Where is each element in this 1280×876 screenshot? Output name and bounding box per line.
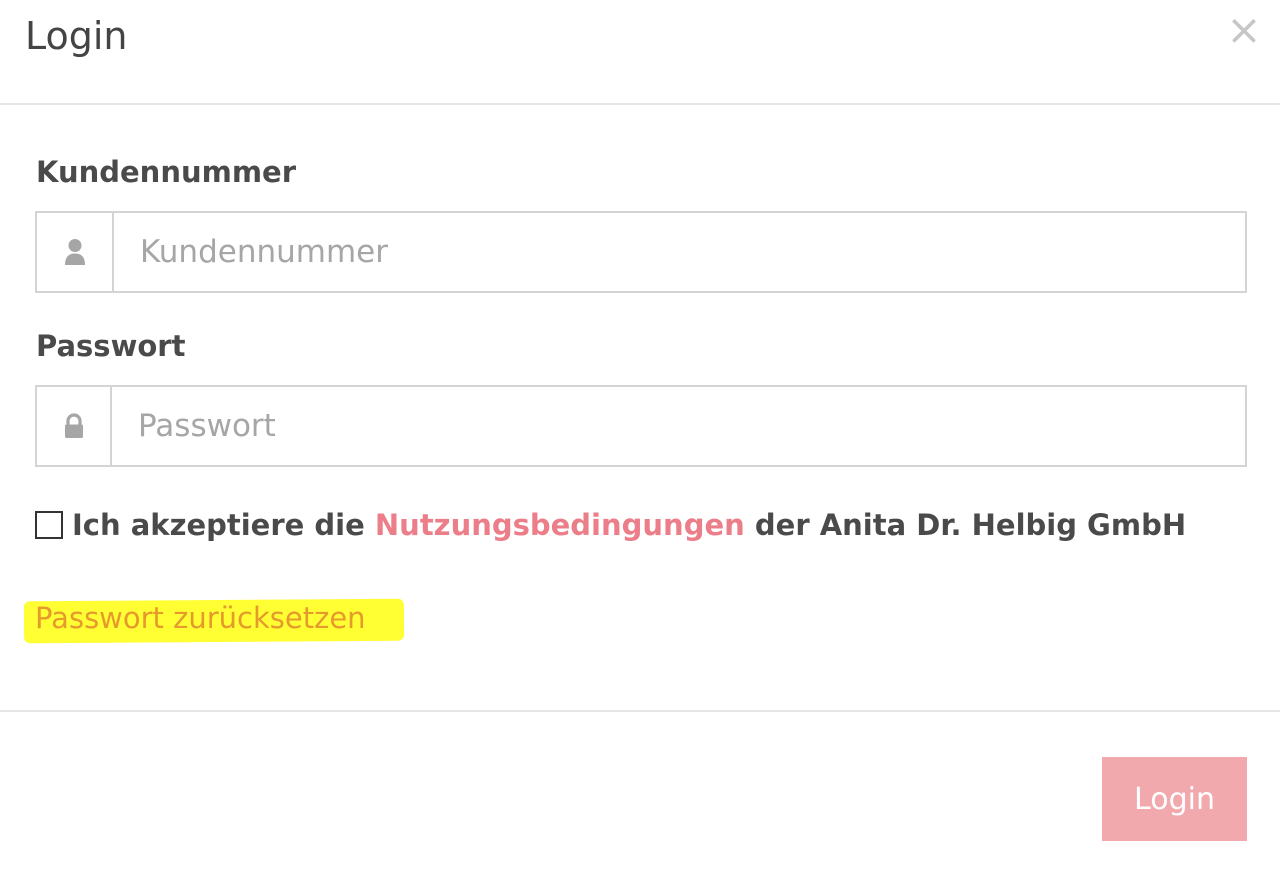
password-label: Passwort [36,329,186,363]
terms-text-after: der Anita Dr. Helbig GmbH [754,508,1187,542]
customer-number-label: Kundennummer [36,155,297,189]
customer-number-group [35,211,1247,293]
terms-link[interactable]: Nutzungsbedingungen [375,508,745,542]
modal-title: Login [25,14,128,58]
customer-number-input[interactable] [114,213,1245,291]
close-icon[interactable]: × [1224,8,1264,52]
password-group [35,385,1247,467]
footer-divider [0,710,1280,712]
login-button[interactable]: Login [1102,757,1247,841]
terms-row: Ich akzeptiere die Nutzungsbedingungen d… [35,505,1186,545]
terms-text-before: Ich akzeptiere die [72,508,365,542]
modal-header: Login × [0,0,1280,105]
reset-password-link[interactable]: Passwort zurücksetzen [35,601,366,635]
lock-icon [37,387,112,465]
terms-checkbox[interactable] [35,511,63,539]
terms-text: Ich akzeptiere die Nutzungsbedingungen d… [72,508,1186,542]
user-icon [37,213,114,291]
password-input[interactable] [112,387,1245,465]
